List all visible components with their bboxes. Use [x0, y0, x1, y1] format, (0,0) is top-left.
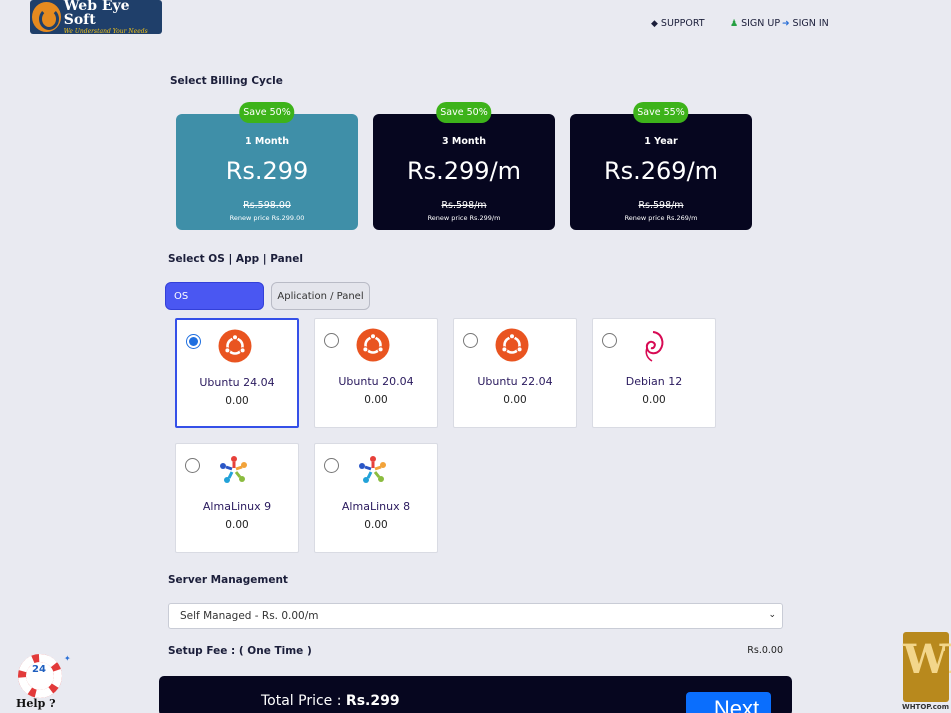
save-badge: Save 55% — [633, 102, 689, 123]
os-radio[interactable] — [602, 333, 617, 348]
billing-period: 1 Month — [245, 136, 289, 147]
next-button[interactable]: Next — [686, 692, 771, 713]
os-section-title: Select OS | App | Panel — [168, 253, 303, 265]
os-price: 0.00 — [503, 394, 527, 406]
os-name: Debian 12 — [625, 375, 683, 388]
os-radio[interactable] — [186, 334, 201, 349]
billing-price: Rs.299 — [225, 157, 309, 185]
nav-signin-label: SIGN IN — [792, 18, 829, 29]
os-option-ubuntu-20-04[interactable]: Ubuntu 20.04 0.00 — [314, 318, 438, 428]
total-price-value: Rs.299 — [345, 693, 400, 709]
watermark-letters: WT — [903, 636, 951, 683]
help-label: Help ? — [16, 697, 56, 710]
os-price: 0.00 — [364, 394, 388, 406]
ubuntu-icon — [356, 328, 390, 362]
logo-title: Web Eye Soft — [63, 0, 130, 28]
server-management-title: Server Management — [168, 574, 288, 586]
nav-support-link[interactable]: ◆ SUPPORT — [651, 18, 705, 29]
billing-card-1-year[interactable]: Save 55% 1 Year Rs.269/m Rs.598/m Renew … — [570, 102, 752, 230]
ubuntu-icon — [495, 328, 529, 362]
almalinux-icon — [220, 456, 247, 483]
billing-price: Rs.269/m — [603, 157, 719, 185]
os-option-ubuntu-24-04[interactable]: Ubuntu 24.04 0.00 — [175, 318, 299, 428]
total-price-bar: Total Price : Rs.299 Next — [159, 676, 792, 713]
os-radio[interactable] — [324, 458, 339, 473]
billing-period: 1 Year — [644, 136, 678, 147]
total-price-label: Total Price : — [261, 693, 342, 709]
setup-fee-label: Setup Fee : ( One Time ) — [168, 645, 312, 657]
os-option-almalinux-9[interactable]: AlmaLinux 9 0.00 — [175, 443, 299, 553]
billing-old-price: Rs.598.00 — [243, 200, 291, 211]
nav-support-label: SUPPORT — [660, 18, 705, 29]
os-name: Ubuntu 20.04 — [338, 375, 414, 388]
almalinux-icon — [359, 456, 386, 483]
setup-fee-value: Rs.0.00 — [747, 645, 783, 656]
chevron-down-icon: ⌄ — [768, 610, 776, 620]
billing-renew-price: Renew price Rs.299.00 — [229, 214, 305, 222]
os-name: AlmaLinux 8 — [341, 500, 411, 513]
nav-signup-label: SIGN UP — [741, 18, 781, 29]
sign-in-icon: ➜ — [782, 18, 790, 29]
nav-signin-link[interactable]: ➜ SIGN IN — [782, 18, 829, 29]
help-24-label: 24 — [32, 664, 46, 675]
os-price: 0.00 — [225, 395, 249, 407]
ubuntu-icon — [218, 329, 252, 363]
brand-logo[interactable]: Web Eye Soft We Understand Your Needs — [30, 0, 162, 35]
tab-os[interactable]: OS — [165, 282, 264, 310]
billing-renew-price: Renew price Rs.299/m — [427, 214, 501, 222]
server-management-value: Self Managed - Rs. 0.00/m — [180, 610, 319, 622]
whtop-watermark: WT WHTOP.com — [900, 630, 951, 713]
help-widget[interactable]: 24 ✦ Help ? — [14, 652, 74, 713]
billing-title: Select Billing Cycle — [170, 75, 283, 87]
billing-old-price: Rs.598/m — [638, 200, 684, 211]
os-radio[interactable] — [324, 333, 339, 348]
billing-price: Rs.299/m — [406, 157, 522, 185]
os-name: Ubuntu 22.04 — [477, 375, 553, 388]
os-option-debian-12[interactable]: Debian 12 0.00 — [592, 318, 716, 428]
logo-mark-icon — [32, 2, 61, 32]
total-price: Total Price : Rs.299 — [261, 693, 400, 709]
os-option-almalinux-8[interactable]: AlmaLinux 8 0.00 — [314, 443, 438, 553]
ticket-icon: ◆ — [651, 18, 658, 29]
user-plus-icon: ♟ — [730, 18, 739, 29]
os-radio[interactable] — [463, 333, 478, 348]
billing-renew-price: Renew price Rs.269/m — [624, 214, 698, 222]
tab-application-panel[interactable]: Aplication / Panel — [271, 282, 370, 310]
watermark-site: WHTOP.com — [901, 703, 950, 711]
debian-icon — [645, 331, 664, 362]
os-price: 0.00 — [364, 519, 388, 531]
sparkle-icon: ✦ — [64, 654, 71, 663]
lifebuoy-icon — [18, 654, 62, 698]
logo-tagline: We Understand Your Needs — [63, 28, 148, 35]
save-badge: Save 50% — [239, 102, 295, 123]
os-radio[interactable] — [185, 458, 200, 473]
os-option-ubuntu-22-04[interactable]: Ubuntu 22.04 0.00 — [453, 318, 577, 428]
os-price: 0.00 — [225, 519, 249, 531]
save-badge: Save 50% — [436, 102, 492, 123]
nav-signup-link[interactable]: ♟ SIGN UP — [730, 18, 780, 29]
os-name: AlmaLinux 9 — [202, 500, 272, 513]
os-price: 0.00 — [642, 394, 666, 406]
billing-card-3-month[interactable]: Save 50% 3 Month Rs.299/m Rs.598/m Renew… — [373, 102, 555, 230]
os-name: Ubuntu 24.04 — [199, 376, 275, 389]
billing-period: 3 Month — [442, 136, 486, 147]
billing-card-1-month[interactable]: Save 50% 1 Month Rs.299 Rs.598.00 Renew … — [176, 102, 358, 230]
billing-old-price: Rs.598/m — [441, 200, 487, 211]
server-management-select[interactable]: Self Managed - Rs. 0.00/m ⌄ — [168, 603, 783, 629]
